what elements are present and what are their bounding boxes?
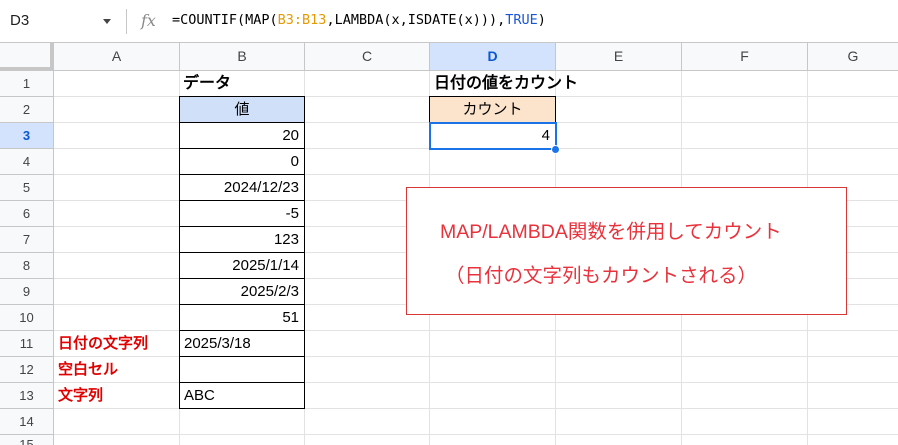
name-box-value[interactable]: D3 <box>10 12 29 29</box>
chevron-down-icon[interactable] <box>103 19 111 24</box>
cell-b11[interactable]: 2025/3/18 <box>179 330 305 357</box>
cell-b1-title[interactable]: データ <box>183 71 303 96</box>
name-box[interactable]: D3 <box>0 0 120 43</box>
column-header-a[interactable]: A <box>54 43 180 71</box>
formula-bar-divider <box>126 9 127 34</box>
annotation-line-2: （日付の文字列もカウントされる） <box>445 265 758 287</box>
row-header-9[interactable]: 9 <box>0 279 54 305</box>
formula-part: =COUNTIF(MAP( <box>172 12 278 28</box>
formula-range-ref: B3:B13 <box>277 12 327 28</box>
row-header-2[interactable]: 2 <box>0 97 54 123</box>
cell-b9[interactable]: 2025/2/3 <box>179 278 305 305</box>
row-header-12[interactable]: 12 <box>0 357 54 383</box>
cell-b3[interactable]: 20 <box>179 122 305 149</box>
select-all-corner[interactable] <box>0 43 54 71</box>
column-header-c[interactable]: C <box>305 43 430 71</box>
cell-b4[interactable]: 0 <box>179 148 305 175</box>
row-header-1[interactable]: 1 <box>0 71 54 97</box>
cell-b6[interactable]: -5 <box>179 200 305 227</box>
row-header-4[interactable]: 4 <box>0 149 54 175</box>
cell-b5[interactable]: 2024/12/23 <box>179 174 305 201</box>
cell-b10[interactable]: 51 <box>179 304 305 331</box>
row-header-8[interactable]: 8 <box>0 253 54 279</box>
formula-part: ,LAMBDA(x,ISDATE(x))), <box>326 12 506 28</box>
active-cell-selection <box>429 122 557 150</box>
cell-b13[interactable]: ABC <box>179 382 305 409</box>
formula-bar: D3 fx =COUNTIF(MAP(B3:B13,LAMBDA(x,ISDAT… <box>0 0 898 43</box>
cell-b2-header[interactable]: 値 <box>179 96 305 123</box>
cell-a12-label[interactable]: 空白セル <box>58 357 178 382</box>
column-header-f[interactable]: F <box>682 43 808 71</box>
column-header-g[interactable]: G <box>808 43 898 71</box>
formula-part: ) <box>537 12 546 28</box>
gridline <box>54 434 898 435</box>
formula-input[interactable]: =COUNTIF(MAP(B3:B13,LAMBDA(x,ISDATE(x)))… <box>172 12 546 28</box>
row-header-7[interactable]: 7 <box>0 227 54 253</box>
column-header-d[interactable]: D <box>430 43 556 71</box>
fill-handle[interactable] <box>551 145 560 154</box>
annotation-box[interactable]: MAP/LAMBDA関数を併用してカウント （日付の文字列もカウントされる） <box>406 187 847 315</box>
cell-b12[interactable] <box>179 356 305 383</box>
cell-a13-label[interactable]: 文字列 <box>58 383 178 408</box>
row-header-11[interactable]: 11 <box>0 331 54 357</box>
cell-b8[interactable]: 2025/1/14 <box>179 252 305 279</box>
fx-icon: fx <box>141 11 156 30</box>
row-header-5[interactable]: 5 <box>0 175 54 201</box>
row-header-14[interactable]: 14 <box>0 409 54 435</box>
cell-a11-label[interactable]: 日付の文字列 <box>58 331 178 356</box>
column-header-e[interactable]: E <box>556 43 682 71</box>
row-header-10[interactable]: 10 <box>0 305 54 331</box>
row-header-13[interactable]: 13 <box>0 383 54 409</box>
row-header-15[interactable]: 15 <box>0 435 54 445</box>
formula-true-keyword: TRUE <box>505 12 538 28</box>
column-header-b[interactable]: B <box>180 43 305 71</box>
row-header-6[interactable]: 6 <box>0 201 54 227</box>
row-header-3[interactable]: 3 <box>0 123 54 149</box>
annotation-line-1: MAP/LAMBDA関数を併用してカウント <box>440 221 782 243</box>
cell-b7[interactable]: 123 <box>179 226 305 253</box>
cell-d2-header[interactable]: カウント <box>429 96 556 123</box>
cell-d1-title[interactable]: 日付の値をカウント <box>434 71 674 96</box>
